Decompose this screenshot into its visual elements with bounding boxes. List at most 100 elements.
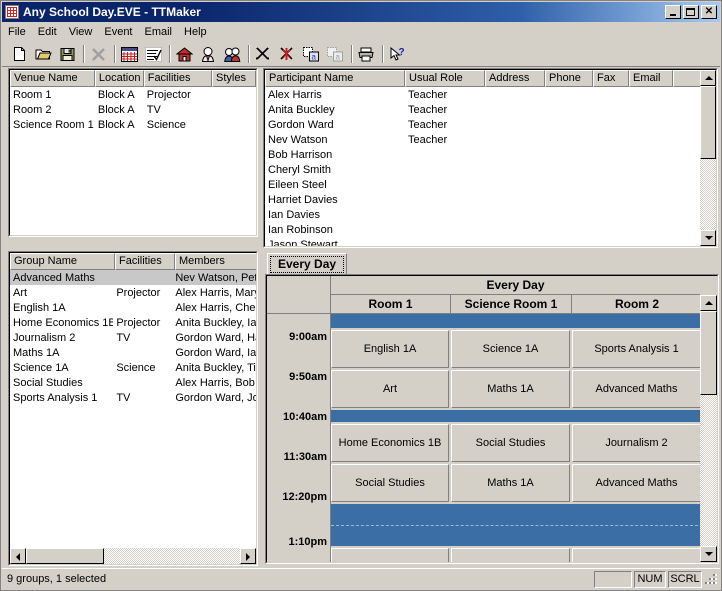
participants-col-blank[interactable]: [673, 70, 701, 87]
list-item[interactable]: Nev Watson Teacher: [265, 132, 699, 147]
venue-house-icon[interactable]: [173, 43, 196, 65]
table-row[interactable]: Journalism 2 TV Gordon Ward, Ha: [10, 330, 256, 345]
participant-name: Gordon Ward: [268, 118, 334, 131]
timetable-event-cell[interactable]: Home Economics 1B: [331, 424, 449, 462]
timetable-event-cell[interactable]: Art: [331, 370, 449, 408]
venues-col-location[interactable]: Location: [94, 70, 144, 87]
timetable-event-cell[interactable]: Social Studies: [331, 464, 449, 502]
timetable-grid[interactable]: Every Day Room 1 Science Room 1 Room 2 9…: [266, 275, 718, 563]
menu-event[interactable]: Event: [98, 24, 138, 40]
timetable-event-cell[interactable]: Sports Analysis 1: [572, 330, 700, 368]
tab-every-day[interactable]: Every Day: [267, 253, 348, 275]
menu-help[interactable]: Help: [178, 24, 213, 40]
timetable-event-cell[interactable]: Social Studies: [451, 424, 570, 462]
participant-person-icon[interactable]: [197, 43, 220, 65]
print-icon[interactable]: [355, 43, 378, 65]
scrollbar-thumb[interactable]: [700, 311, 717, 395]
save-disk-icon[interactable]: [56, 43, 79, 65]
table-row[interactable]: Room 2 Block A TV: [10, 102, 256, 117]
table-row[interactable]: Maths 1A Gordon Ward, Iar: [10, 345, 256, 360]
participants-col-name[interactable]: Participant Name: [265, 70, 405, 87]
groups-horizontal-scrollbar[interactable]: [10, 548, 256, 564]
scroll-left-button[interactable]: [10, 548, 26, 564]
scrollbar-thumb[interactable]: [26, 548, 104, 564]
timetable-event-cell[interactable]: English 1A: [331, 330, 449, 368]
move-event-icon[interactable]: a: [300, 43, 323, 65]
list-item[interactable]: Gordon Ward Teacher: [265, 117, 699, 132]
timetable-event-cell[interactable]: Maths 1A: [451, 464, 570, 502]
table-row[interactable]: Science 1A Science Anita Buckley, Tim: [10, 360, 256, 375]
timetable-event-cell[interactable]: Advanced Maths: [572, 370, 700, 408]
list-item[interactable]: Ian Davies: [265, 207, 699, 222]
list-checklist-icon[interactable]: [142, 43, 165, 65]
table-row[interactable]: Advanced Maths Nev Watson, Pete: [10, 270, 256, 285]
unschedule-tools-icon[interactable]: [276, 43, 299, 65]
scroll-down-button[interactable]: [700, 546, 717, 562]
group-people-icon[interactable]: [221, 43, 244, 65]
timetable-vertical-scrollbar[interactable]: [700, 295, 717, 562]
timetable-event-cell[interactable]: Maths 1A: [451, 370, 570, 408]
break-band: [331, 314, 700, 328]
table-row[interactable]: Home Economics 1B Projector Anita Buckle…: [10, 315, 256, 330]
table-row[interactable]: Room 1 Block A Projector: [10, 87, 256, 102]
timetable-col-header-science-room-1[interactable]: Science Room 1: [451, 295, 572, 314]
participants-col-phone[interactable]: Phone: [545, 70, 593, 87]
timetable-event-cell[interactable]: Science 1A: [451, 330, 570, 368]
scroll-up-button[interactable]: [700, 70, 716, 86]
table-row[interactable]: English 1A Alex Harris, Chery: [10, 300, 256, 315]
groups-col-members[interactable]: Members: [175, 253, 256, 270]
participants-col-email[interactable]: Email: [629, 70, 673, 87]
list-item[interactable]: Ian Robinson: [265, 222, 699, 237]
table-row[interactable]: Social Studies Alex Harris, Bob H: [10, 375, 256, 390]
close-button[interactable]: ✕: [701, 5, 717, 19]
participants-col-usual-role[interactable]: Usual Role: [405, 70, 485, 87]
list-item[interactable]: Eileen Steel: [265, 177, 699, 192]
scrollbar-thumb[interactable]: [700, 86, 716, 159]
list-item[interactable]: Cheryl Smith: [265, 162, 699, 177]
menu-edit[interactable]: Edit: [32, 24, 63, 40]
resize-grip-icon[interactable]: [704, 571, 718, 587]
list-item[interactable]: Bob Harrison: [265, 147, 699, 162]
help-arrow-icon[interactable]: ?: [386, 43, 409, 65]
scroll-down-button[interactable]: [700, 230, 716, 246]
list-item[interactable]: Jason Stewart: [265, 237, 699, 247]
timetable-col-header-room-1[interactable]: Room 1: [331, 295, 451, 314]
venues-col-styles[interactable]: Styles: [212, 70, 256, 87]
open-folder-icon[interactable]: [32, 43, 55, 65]
menu-view[interactable]: View: [63, 24, 99, 40]
list-item[interactable]: Harriet Davies: [265, 192, 699, 207]
minimize-button[interactable]: [665, 5, 681, 19]
menu-file[interactable]: File: [2, 24, 32, 40]
participants-col-fax[interactable]: Fax: [593, 70, 629, 87]
timetable-event-cell[interactable]: [451, 548, 570, 562]
timetable-col-header-room-2[interactable]: Room 2: [572, 295, 703, 314]
table-row[interactable]: Art Projector Alex Harris, Mary: [10, 285, 256, 300]
timetable-grid-icon[interactable]: [118, 43, 141, 65]
new-icon[interactable]: [8, 43, 31, 65]
menu-email[interactable]: Email: [139, 24, 179, 40]
groups-col-group-name[interactable]: Group Name: [10, 253, 115, 270]
groups-list[interactable]: Group Name Facilities Members Advanced M…: [9, 252, 257, 565]
list-item[interactable]: Alex Harris Teacher: [265, 87, 699, 102]
list-item[interactable]: Anita Buckley Teacher: [265, 102, 699, 117]
timetable-event-cell[interactable]: Journalism 2: [572, 424, 700, 462]
scroll-right-button[interactable]: [240, 548, 256, 564]
table-row[interactable]: Sports Analysis 1 TV Gordon Ward, Joh: [10, 390, 256, 405]
schedule-tools-icon[interactable]: [252, 43, 275, 65]
timetable-body[interactable]: English 1A Science 1A Sports Analysis 1 …: [331, 314, 700, 562]
groups-col-facilities[interactable]: Facilities: [115, 253, 175, 270]
participants-col-address[interactable]: Address: [485, 70, 545, 87]
venues-col-facilities[interactable]: Facilities: [143, 70, 213, 87]
scroll-up-button[interactable]: [700, 295, 717, 311]
menu-bar: File Edit View Event Email Help: [2, 22, 720, 42]
table-row[interactable]: Science Room 1 Block A Science: [10, 117, 256, 132]
maximize-button[interactable]: [683, 5, 699, 19]
participants-vertical-scrollbar[interactable]: [700, 70, 716, 246]
venues-list[interactable]: Venue Name Location Facilities Styles Ro…: [9, 69, 257, 236]
participants-list[interactable]: Participant Name Usual Role Address Phon…: [264, 69, 717, 247]
group-name: Sports Analysis 1: [13, 391, 98, 404]
venues-col-venue-name[interactable]: Venue Name: [10, 70, 95, 87]
timetable-event-cell[interactable]: Advanced Maths: [572, 464, 700, 502]
timetable-event-cell[interactable]: Home Economics: [331, 548, 449, 562]
timetable-event-cell[interactable]: [572, 548, 700, 562]
